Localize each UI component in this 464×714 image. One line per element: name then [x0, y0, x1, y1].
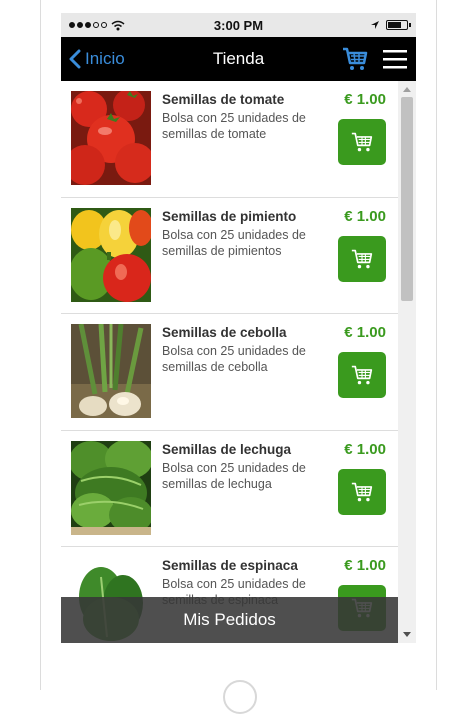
back-button[interactable]: Inicio [69, 49, 125, 69]
product-name: Semillas de cebolla [162, 325, 287, 340]
product-name: Semillas de tomate [162, 92, 285, 107]
product-price: € 1.00 [344, 557, 386, 574]
scroll-thumb[interactable] [401, 97, 413, 301]
menu-icon[interactable] [382, 48, 408, 70]
page-background: 3:00 PM Inicio Tienda Semillas de tomate… [0, 0, 464, 714]
battery-icon [386, 20, 411, 30]
status-time: 3:00 PM [213, 17, 264, 33]
pepper-image [71, 207, 151, 302]
scroll-up-arrow-icon[interactable] [403, 87, 411, 92]
product-description: Bolsa con 25 unidades de semillas de ceb… [162, 344, 306, 374]
add-to-cart-button[interactable] [338, 235, 386, 282]
product-name: Semillas de pimiento [162, 208, 297, 224]
lettuce-image [71, 440, 151, 535]
scrollbar[interactable] [398, 81, 416, 643]
add-to-cart-button[interactable] [338, 119, 386, 165]
cart-icon [351, 249, 373, 268]
product-item-onion[interactable]: Semillas de cebolla Bolsa con 25 unidade… [61, 314, 398, 431]
cart-icon [351, 132, 373, 152]
product-price: € 1.00 [344, 91, 386, 108]
product-item-tomato[interactable]: Semillas de tomate Bolsa con 25 unidades… [61, 81, 398, 198]
status-bar: 3:00 PM [61, 13, 416, 37]
tomato-image [71, 91, 151, 185]
phone-screen: 3:00 PM Inicio Tienda Semillas de tomate… [61, 13, 416, 643]
product-description: Bolsa con 25 unidades de semillas de tom… [162, 111, 306, 141]
product-description: Bolsa con 25 unidades de semillas de lec… [162, 460, 306, 491]
home-button[interactable] [223, 680, 257, 714]
my-orders-button[interactable]: Mis Pedidos [61, 597, 398, 643]
product-item-lettuce[interactable]: Semillas de lechuga Bolsa con 25 unidade… [61, 430, 398, 547]
cart-icon[interactable] [342, 46, 368, 72]
cart-icon [351, 365, 373, 385]
add-to-cart-button[interactable] [338, 352, 386, 398]
product-list: Semillas de tomate Bolsa con 25 unidades… [61, 81, 398, 643]
product-item-pepper[interactable]: Semillas de pimiento Bolsa con 25 unidad… [61, 197, 398, 314]
chevron-left-icon [69, 49, 81, 69]
product-price: € 1.00 [344, 440, 386, 458]
add-to-cart-button[interactable] [338, 468, 386, 515]
product-description: Bolsa con 25 unidades de semillas de pim… [162, 227, 306, 258]
back-label: Inicio [85, 49, 125, 68]
product-price: € 1.00 [344, 207, 386, 225]
scroll-down-arrow-icon[interactable] [403, 632, 411, 637]
my-orders-label: Mis Pedidos [183, 610, 276, 629]
product-name: Semillas de lechuga [162, 441, 292, 457]
product-price: € 1.00 [344, 324, 386, 341]
nav-bar: Inicio Tienda [61, 37, 416, 81]
cart-icon [351, 482, 373, 501]
onion-image [71, 324, 151, 418]
product-name: Semillas de espinaca [162, 558, 298, 573]
